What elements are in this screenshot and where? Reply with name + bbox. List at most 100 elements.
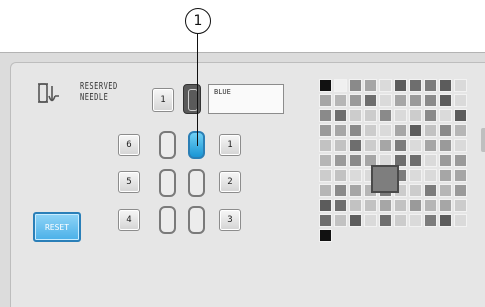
palette-color-cell[interactable] [379,79,392,92]
palette-color-cell[interactable] [394,109,407,122]
palette-color-cell[interactable] [319,214,332,227]
palette-color-cell[interactable] [334,154,347,167]
palette-color-cell[interactable] [319,139,332,152]
palette-color-cell[interactable] [439,139,452,152]
palette-color-cell[interactable] [409,169,422,182]
palette-color-cell[interactable] [424,79,437,92]
needle-button-3[interactable]: 3 [219,209,241,231]
palette-color-cell[interactable] [319,199,332,212]
palette-color-cell[interactable] [334,124,347,137]
palette-color-cell[interactable] [424,124,437,137]
palette-color-cell[interactable] [439,154,452,167]
palette-color-cell[interactable] [364,139,377,152]
palette-color-cell[interactable] [334,109,347,122]
palette-color-cell[interactable] [454,94,467,107]
needle-button-2[interactable]: 2 [219,171,241,193]
palette-color-cell[interactable] [409,184,422,197]
palette-color-cell[interactable] [409,94,422,107]
palette-color-cell[interactable] [424,109,437,122]
palette-color-cell[interactable] [349,124,362,137]
palette-color-cell[interactable] [364,199,377,212]
palette-color-cell[interactable] [394,94,407,107]
palette-color-cell[interactable] [319,169,332,182]
palette-color-cell[interactable] [349,139,362,152]
reset-button[interactable]: RESET [33,212,81,242]
palette-color-cell[interactable] [379,199,392,212]
needle-slot-5[interactable] [159,169,176,197]
palette-color-cell[interactable] [334,79,347,92]
palette-color-cell[interactable] [379,139,392,152]
palette-color-cell[interactable] [349,214,362,227]
palette-color-cell[interactable] [409,139,422,152]
palette-color-cell[interactable] [454,169,467,182]
palette-color-cell[interactable] [334,169,347,182]
palette-color-cell[interactable] [439,199,452,212]
palette-color-cell[interactable] [439,184,452,197]
needle-button-1[interactable]: 1 [219,134,241,156]
palette-color-cell[interactable] [409,79,422,92]
palette-color-cell[interactable] [409,214,422,227]
palette-color-cell[interactable] [379,124,392,137]
palette-color-cell[interactable] [394,79,407,92]
needle-slot-2[interactable] [188,169,205,197]
palette-color-cell[interactable] [454,139,467,152]
palette-color-cell[interactable] [334,184,347,197]
palette-color-cell[interactable] [349,184,362,197]
palette-color-cell[interactable] [364,214,377,227]
palette-color-cell[interactable] [379,214,392,227]
palette-color-cell[interactable] [349,199,362,212]
palette-color-cell[interactable] [319,124,332,137]
palette-color-cell[interactable] [319,109,332,122]
palette-color-cell[interactable] [454,154,467,167]
palette-color-cell[interactable] [439,109,452,122]
palette-color-cell[interactable] [319,94,332,107]
palette-color-cell[interactable] [349,109,362,122]
palette-color-cell[interactable] [334,94,347,107]
needle-button-6[interactable]: 6 [118,134,140,156]
scroll-edge[interactable] [481,128,485,152]
palette-color-cell[interactable] [409,109,422,122]
needle-slot-3[interactable] [188,206,205,234]
palette-color-cell[interactable] [424,214,437,227]
needle-button-5[interactable]: 5 [118,171,140,193]
palette-color-cell[interactable] [439,124,452,137]
palette-color-cell[interactable] [424,154,437,167]
palette-color-cell[interactable] [334,214,347,227]
palette-color-cell[interactable] [424,199,437,212]
palette-color-cell[interactable] [334,199,347,212]
needle-slot-6[interactable] [159,131,176,159]
palette-color-cell[interactable] [439,94,452,107]
palette-color-cell[interactable] [379,94,392,107]
palette-color-cell[interactable] [409,199,422,212]
palette-color-cell[interactable] [424,139,437,152]
palette-color-cell[interactable] [424,184,437,197]
palette-color-cell[interactable] [364,94,377,107]
palette-color-cell[interactable] [334,139,347,152]
palette-color-cell[interactable] [319,79,332,92]
palette-color-cell[interactable] [319,184,332,197]
palette-color-cell[interactable] [394,139,407,152]
palette-color-cell[interactable] [364,109,377,122]
palette-color-cell[interactable] [349,169,362,182]
palette-color-cell[interactable] [394,124,407,137]
palette-color-cell[interactable] [454,184,467,197]
palette-color-cell[interactable] [439,79,452,92]
palette-color-cell[interactable] [379,109,392,122]
palette-color-cell[interactable] [439,214,452,227]
palette-color-cell[interactable] [454,214,467,227]
palette-color-cell[interactable] [349,79,362,92]
palette-color-cell[interactable] [364,124,377,137]
needle-slot-4[interactable] [159,206,176,234]
palette-color-cell[interactable] [319,154,332,167]
palette-color-cell[interactable] [439,169,452,182]
palette-color-cell[interactable] [364,79,377,92]
palette-color-cell[interactable] [349,94,362,107]
needle-button-4[interactable]: 4 [118,209,140,231]
palette-selected-swatch[interactable] [371,165,399,193]
palette-extra-black-cell[interactable] [319,229,332,242]
palette-color-cell[interactable] [409,124,422,137]
palette-color-cell[interactable] [454,109,467,122]
palette-color-cell[interactable] [454,79,467,92]
palette-color-cell[interactable] [424,169,437,182]
palette-color-cell[interactable] [349,154,362,167]
